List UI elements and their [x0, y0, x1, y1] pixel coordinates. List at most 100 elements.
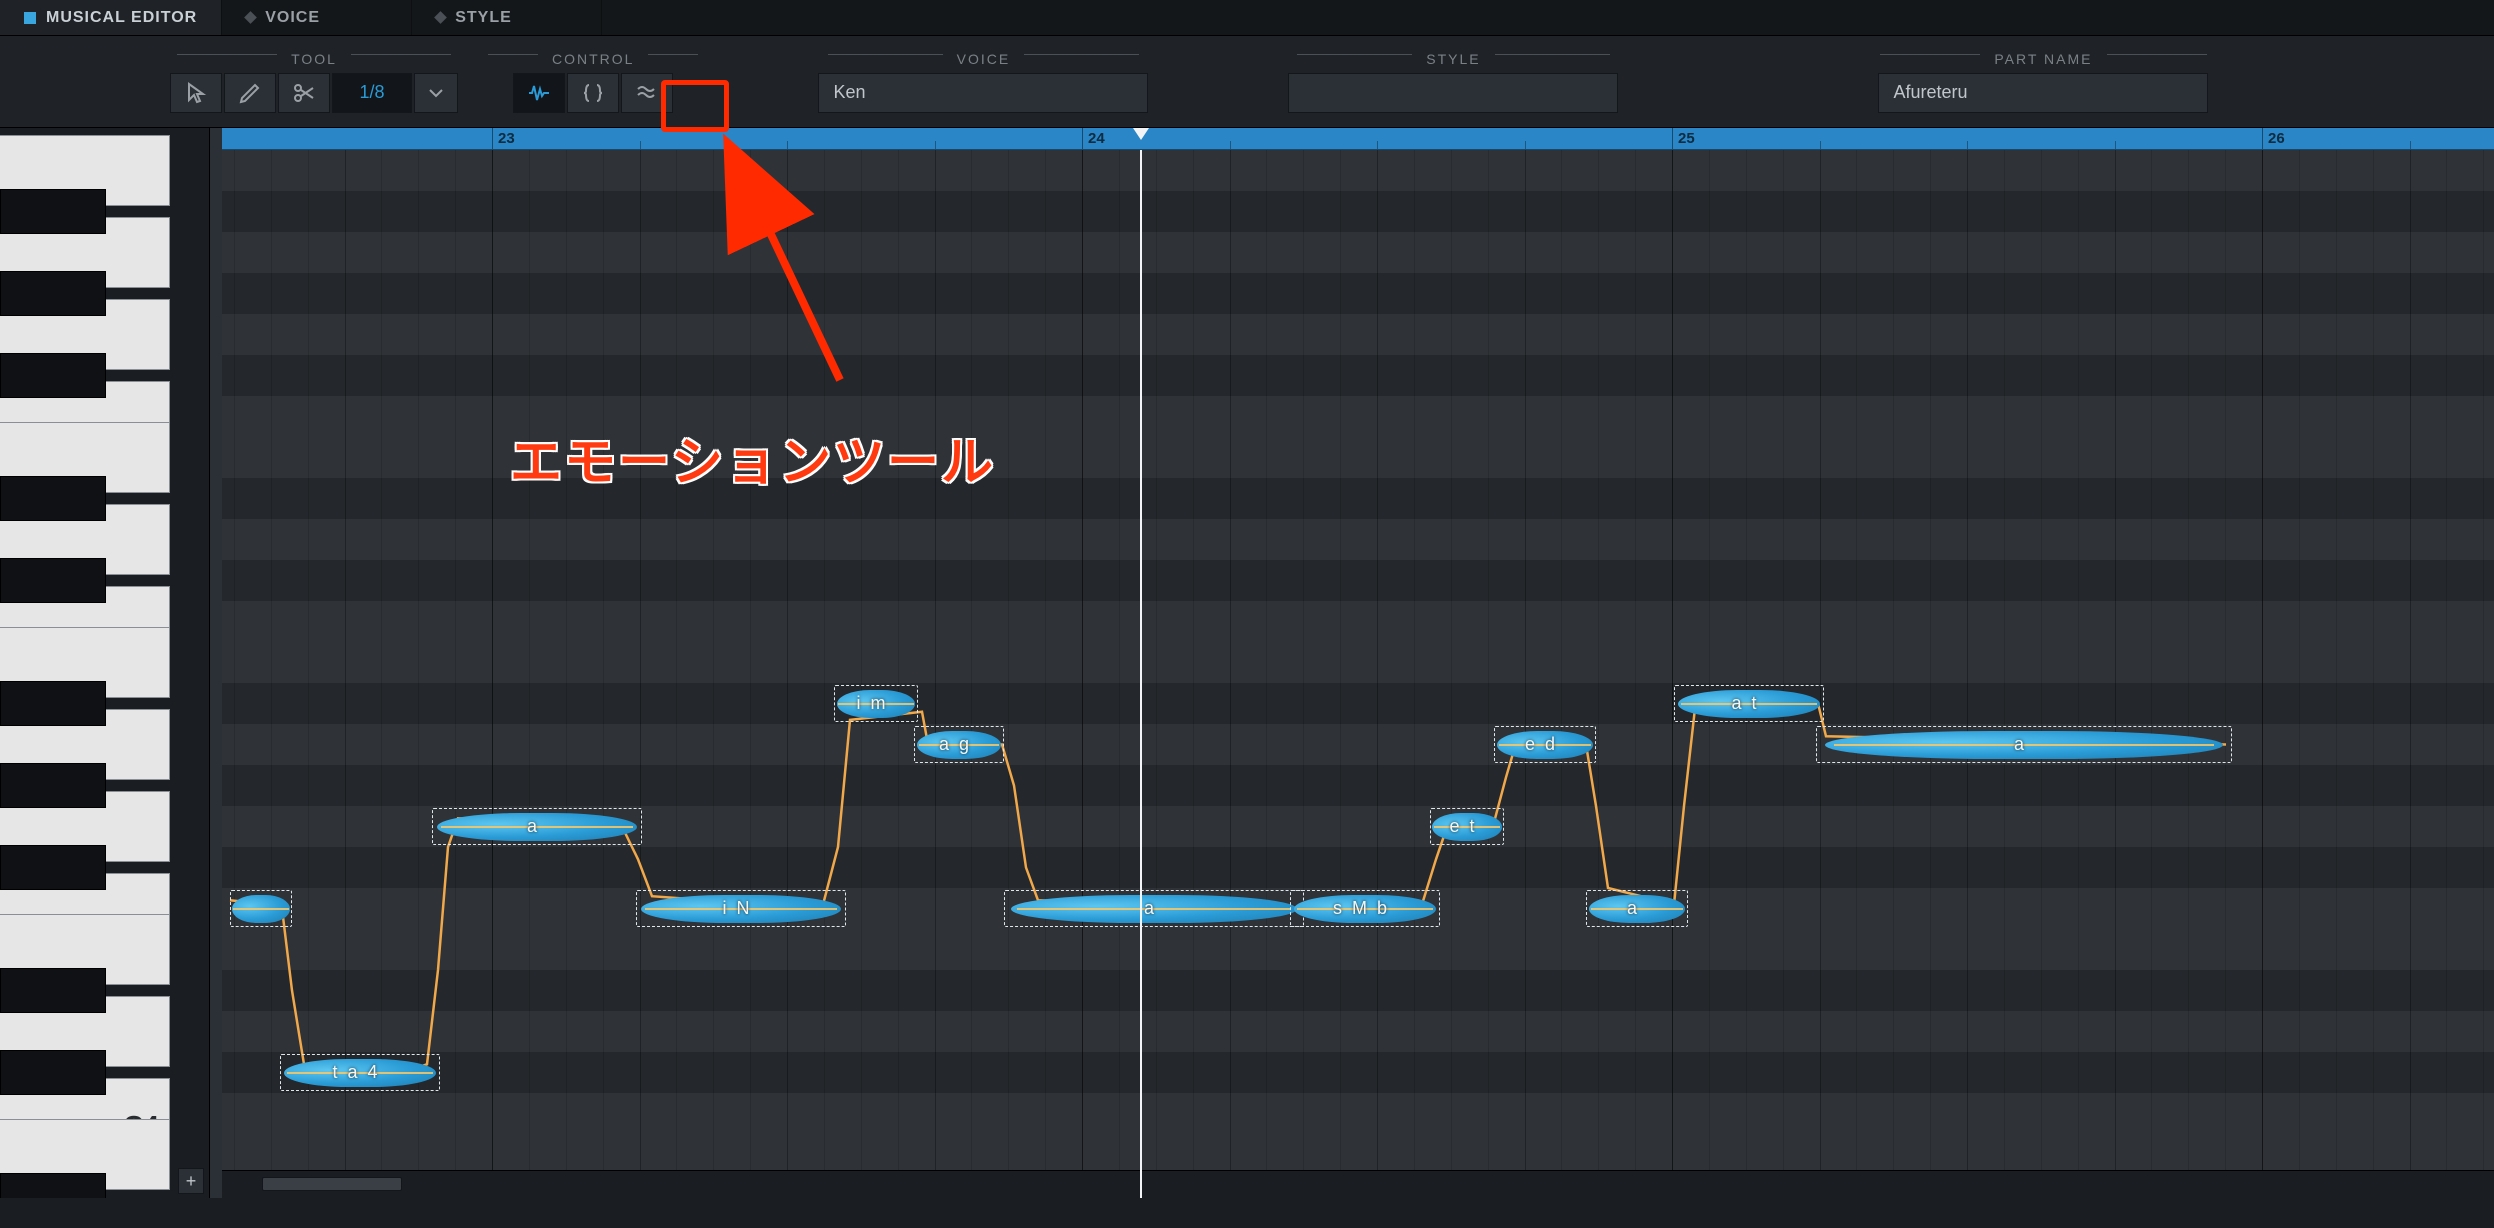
tab-indicator-icon	[434, 11, 447, 24]
arrow-tool-button[interactable]	[170, 73, 222, 113]
tool-group: TOOL 1/8	[170, 51, 458, 113]
note-grid[interactable]: ta4 a iN im ag a sMb et ed a at a	[222, 150, 2494, 1198]
timing-tool-button[interactable]	[567, 73, 619, 113]
toolbar: TOOL 1/8 CONTROL	[0, 36, 2494, 128]
note[interactable]: a	[1586, 890, 1688, 927]
piano-black-key[interactable]	[0, 1173, 106, 1198]
grid-row	[222, 642, 2494, 683]
bar-number: 25	[1678, 130, 1695, 147]
piano-black-key[interactable]	[0, 1050, 106, 1095]
vibrato-waves-icon	[635, 81, 659, 105]
note-lyric: at	[1731, 693, 1766, 714]
piano-roll-canvas[interactable]: 23 24 25 26 ta4 a iN im ag a sMb et ed a at a	[210, 128, 2494, 1198]
tab-voice[interactable]: VOICE	[222, 0, 412, 35]
quantize-value[interactable]: 1/8	[332, 73, 412, 113]
emotion-tool-button[interactable]	[513, 73, 565, 113]
note[interactable]: ta4	[280, 1054, 440, 1091]
timeline-ruler[interactable]: 23 24 25 26	[222, 128, 2494, 150]
grid-row	[222, 560, 2494, 601]
note-lyric: et	[1449, 816, 1484, 837]
note[interactable]: et	[1430, 808, 1504, 845]
bar-number: 26	[2268, 130, 2285, 147]
grid-row	[222, 232, 2494, 273]
grid-row	[222, 191, 2494, 232]
tab-indicator-icon	[24, 12, 36, 24]
note[interactable]: a	[1004, 890, 1304, 927]
grid-row	[222, 150, 2494, 191]
playhead[interactable]	[1140, 150, 1142, 1198]
quantize-label: 1/8	[359, 82, 384, 103]
piano-black-key[interactable]	[0, 845, 106, 890]
tab-label: MUSICAL EDITOR	[46, 9, 197, 27]
grid-row	[222, 437, 2494, 478]
note-lyric: ag	[939, 734, 979, 755]
piano-black-key[interactable]	[0, 681, 106, 726]
note[interactable]	[230, 890, 292, 927]
grid-row	[222, 478, 2494, 519]
vibrato-tool-button[interactable]	[621, 73, 673, 113]
add-track-button[interactable]: +	[178, 1168, 204, 1194]
note[interactable]: ag	[914, 726, 1004, 763]
part-name-field[interactable]: Afureteru	[1878, 73, 2208, 113]
plus-icon: +	[186, 1171, 197, 1192]
piano-black-key[interactable]	[0, 558, 106, 603]
piano-black-key[interactable]	[0, 476, 106, 521]
note[interactable]: iN	[636, 890, 846, 927]
scrollbar-thumb[interactable]	[262, 1177, 402, 1191]
grid-row	[222, 683, 2494, 724]
arrow-tool-icon	[184, 81, 208, 105]
grid-row	[222, 273, 2494, 314]
piano-black-key[interactable]	[0, 353, 106, 398]
grid-row	[222, 1052, 2494, 1093]
note[interactable]: a	[432, 808, 642, 845]
main-area: C4 + 23 24 25 26 ta4 a iN im ag a sMb et ed a at a	[0, 128, 2494, 1198]
grid-row	[222, 929, 2494, 970]
tab-label: VOICE	[265, 9, 320, 27]
group-label: PART NAME	[1880, 51, 2206, 67]
grid-row	[222, 847, 2494, 888]
voice-value: Ken	[833, 82, 865, 103]
group-label: VOICE	[828, 51, 1140, 67]
style-field[interactable]	[1288, 73, 1618, 113]
grid-row	[222, 1134, 2494, 1175]
note-lyric: im	[857, 693, 896, 714]
grid-row	[222, 1011, 2494, 1052]
pencil-tool-button[interactable]	[224, 73, 276, 113]
tab-musical-editor[interactable]: MUSICAL EDITOR	[0, 0, 222, 35]
note-lyric: a	[1627, 898, 1647, 919]
bar-number: 23	[498, 130, 515, 147]
group-label: TOOL	[177, 51, 451, 67]
note[interactable]: sMb	[1290, 890, 1440, 927]
bar-number: 24	[1088, 130, 1105, 147]
style-group: STYLE	[1288, 51, 1618, 113]
piano-black-key[interactable]	[0, 189, 106, 234]
note-lyric: sMb	[1333, 898, 1397, 919]
control-group: CONTROL	[488, 51, 698, 113]
chevron-down-icon	[424, 81, 448, 105]
piano-black-key[interactable]	[0, 763, 106, 808]
note-lyric: a	[2014, 734, 2034, 755]
piano-black-key[interactable]	[0, 271, 106, 316]
quantize-dropdown-button[interactable]	[414, 73, 458, 113]
note-lyric: iN	[723, 898, 760, 919]
scissors-icon	[292, 81, 316, 105]
tab-strip: MUSICAL EDITOR VOICE STYLE	[0, 0, 2494, 36]
track-gutter	[210, 128, 222, 1198]
tab-indicator-icon	[244, 11, 257, 24]
note-lyric: ed	[1525, 734, 1565, 755]
piano-black-key[interactable]	[0, 968, 106, 1013]
piano-keyboard[interactable]: C4 +	[0, 128, 210, 1198]
tab-style[interactable]: STYLE	[412, 0, 602, 35]
waveform-icon	[527, 81, 551, 105]
note[interactable]: a	[1816, 726, 2232, 763]
grid-row	[222, 765, 2494, 806]
voice-group: VOICE Ken	[818, 51, 1148, 113]
note[interactable]: at	[1674, 685, 1824, 722]
grid-row	[222, 519, 2494, 560]
voice-field[interactable]: Ken	[818, 73, 1148, 113]
pencil-icon	[238, 81, 262, 105]
note[interactable]: ed	[1494, 726, 1596, 763]
horizontal-scrollbar[interactable]	[222, 1170, 2494, 1198]
scissors-tool-button[interactable]	[278, 73, 330, 113]
note[interactable]: im	[834, 685, 918, 722]
